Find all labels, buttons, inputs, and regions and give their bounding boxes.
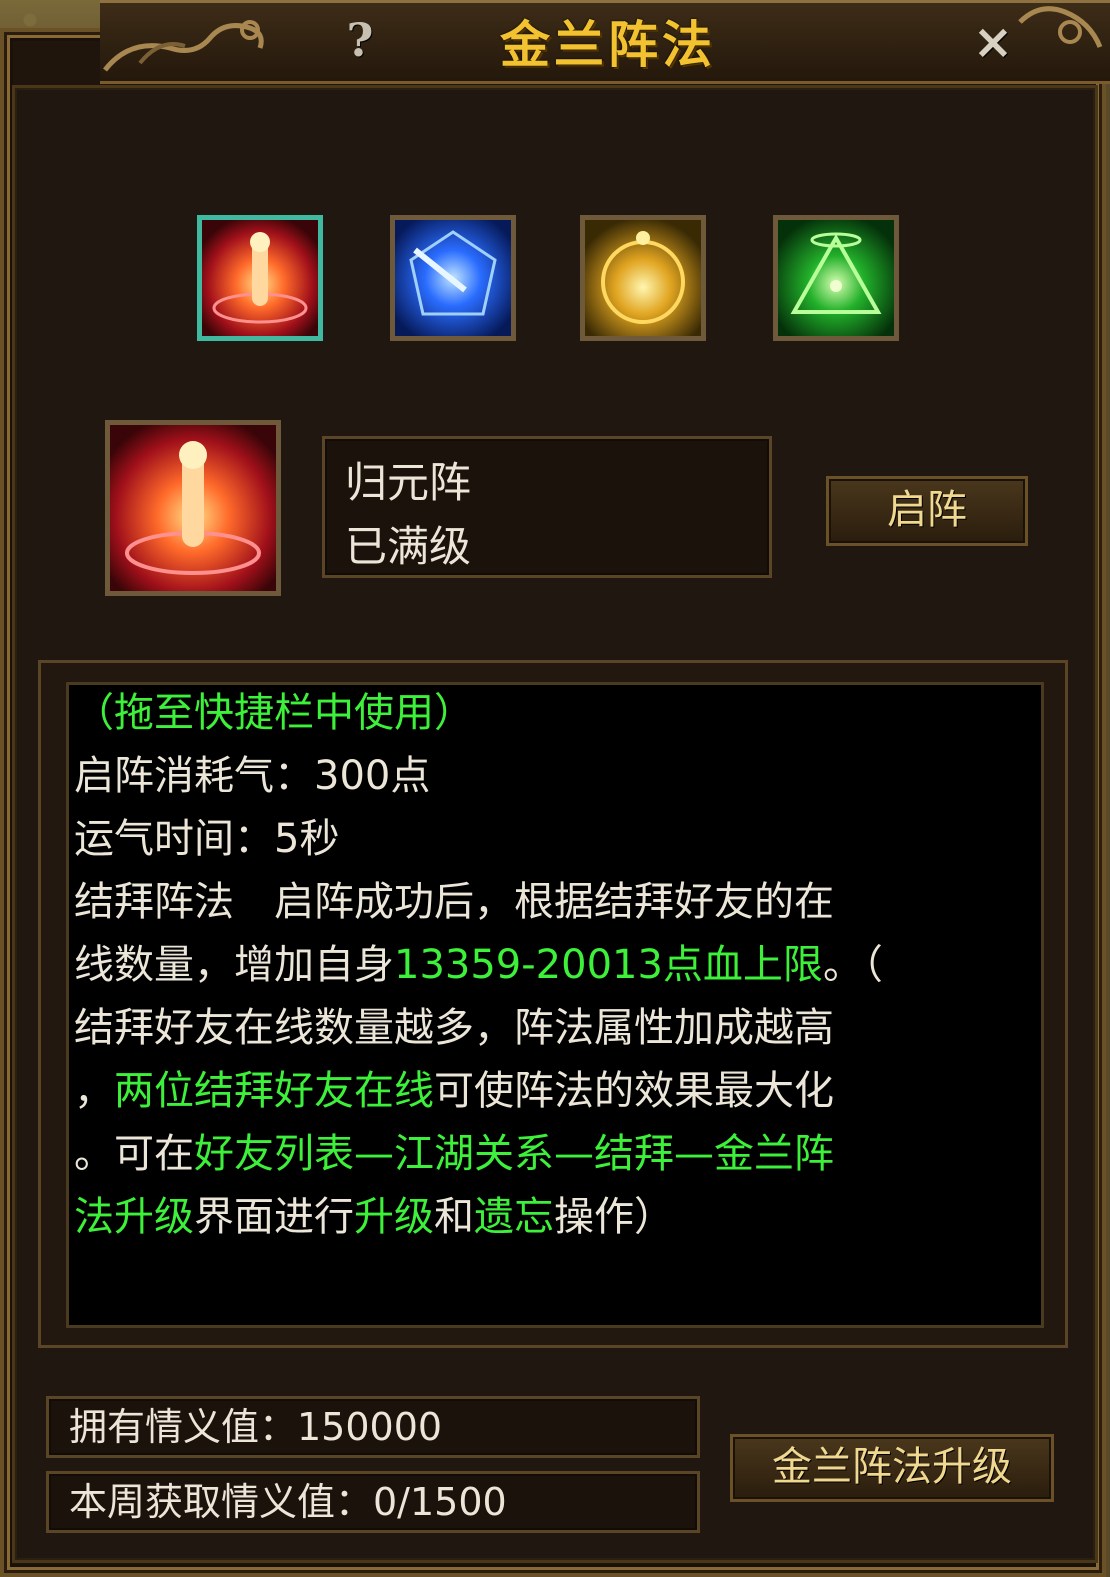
formation-slot-green[interactable] [773, 215, 899, 341]
description-text: 启阵消耗气：300点 [74, 753, 431, 799]
description-highlight: 升级 [354, 1194, 434, 1240]
red-pillar-formation-icon [110, 425, 276, 591]
formation-level-status: 已满级 [345, 522, 472, 571]
description-highlight: 13359-20013点血上限 [394, 942, 823, 988]
description-text: 结拜好友在线数量越多，阵法属性加成越高 [74, 1005, 834, 1051]
description-line: 线数量，增加自身13359-20013点血上限。（ [74, 934, 1004, 997]
formation-name: 归元阵 [345, 458, 472, 507]
owned-friendship-value: 拥有情义值：150000 [46, 1396, 700, 1458]
formation-slot-blue[interactable] [390, 215, 516, 341]
green-triangle-formation-icon [778, 220, 894, 336]
weekly-friendship-value: 本周获取情义值：0/1500 [46, 1471, 700, 1533]
gold-orb-formation-icon [585, 220, 701, 336]
description-highlight: 法升级 [74, 1194, 194, 1240]
description-line: 结拜阵法 启阵成功后，根据结拜好友的在 [74, 871, 1004, 934]
description-text: 界面进行 [194, 1194, 354, 1240]
description-highlight: 好友列表—江湖关系—结拜—金兰阵 [194, 1131, 834, 1177]
description-highlight: 遗忘 [474, 1194, 554, 1240]
description-highlight: （拖至快捷栏中使用） [74, 690, 474, 736]
title-right-ornament-icon [1018, 6, 1103, 48]
description-line: ，两位结拜好友在线可使阵法的效果最大化 [74, 1060, 1004, 1123]
blue-star-formation-icon [395, 220, 511, 336]
title-left-ornament-icon [103, 20, 264, 72]
description-line: 启阵消耗气：300点 [74, 745, 1004, 808]
formation-slot-guiyuan[interactable] [197, 215, 323, 341]
upgrade-formation-button[interactable]: 金兰阵法升级 [730, 1434, 1054, 1502]
close-button[interactable]: × [965, 14, 1021, 70]
description-text: 运气时间：5秒 [74, 816, 340, 862]
description-line: 法升级界面进行升级和遗忘操作） [74, 1186, 1004, 1249]
selected-formation-info: 归元阵 已满级 [322, 436, 772, 578]
description-highlight: 两位结拜好友在线 [114, 1068, 434, 1114]
window-title: 金兰阵法 [500, 15, 716, 74]
description-text: 结拜阵法 启阵成功后，根据结拜好友的在 [74, 879, 834, 925]
description-text: 。（ [822, 942, 883, 988]
description-text: ， [74, 1068, 114, 1114]
description-line: 运气时间：5秒 [74, 808, 1004, 871]
description-text: 线数量，增加自身 [74, 942, 394, 988]
formation-description: （拖至快捷栏中使用） 启阵消耗气：300点 运气时间：5秒结拜阵法 启阵成功后，根据… [74, 682, 1004, 1249]
activate-formation-button[interactable]: 启阵 [826, 476, 1028, 546]
description-text: 可使阵法的效果最大化 [434, 1068, 834, 1114]
description-text: 。可在 [74, 1131, 194, 1177]
description-line: （拖至快捷栏中使用） [74, 682, 1004, 745]
help-button[interactable]: ? [335, 12, 385, 68]
selected-formation-icon-frame[interactable] [105, 420, 281, 596]
formation-slot-gold[interactable] [580, 215, 706, 341]
description-line: 。可在好友列表—江湖关系—结拜—金兰阵 [74, 1123, 1004, 1186]
description-text: 和 [434, 1194, 474, 1240]
description-text: 操作） [554, 1194, 674, 1240]
red-pillar-formation-icon [202, 220, 318, 336]
description-line: 结拜好友在线数量越多，阵法属性加成越高 [74, 997, 1004, 1060]
